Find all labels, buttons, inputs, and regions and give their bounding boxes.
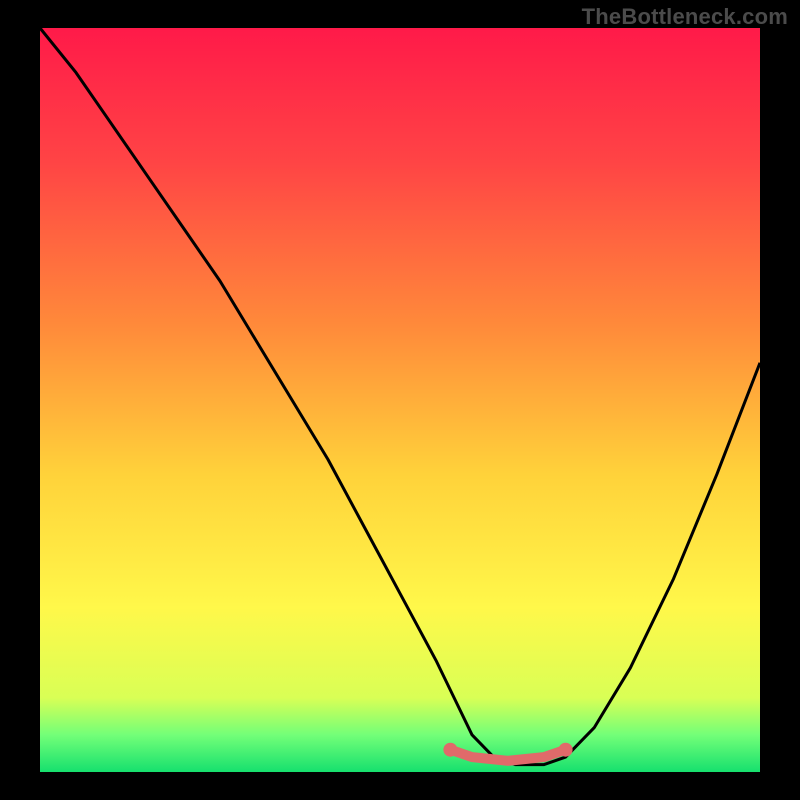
chart-stage: TheBottleneck.com: [0, 0, 800, 800]
optimal-range-dot: [559, 743, 573, 757]
plot-background: [40, 28, 760, 772]
optimal-range-dot: [443, 743, 457, 757]
watermark-text: TheBottleneck.com: [582, 4, 788, 30]
chart-svg: [0, 0, 800, 800]
